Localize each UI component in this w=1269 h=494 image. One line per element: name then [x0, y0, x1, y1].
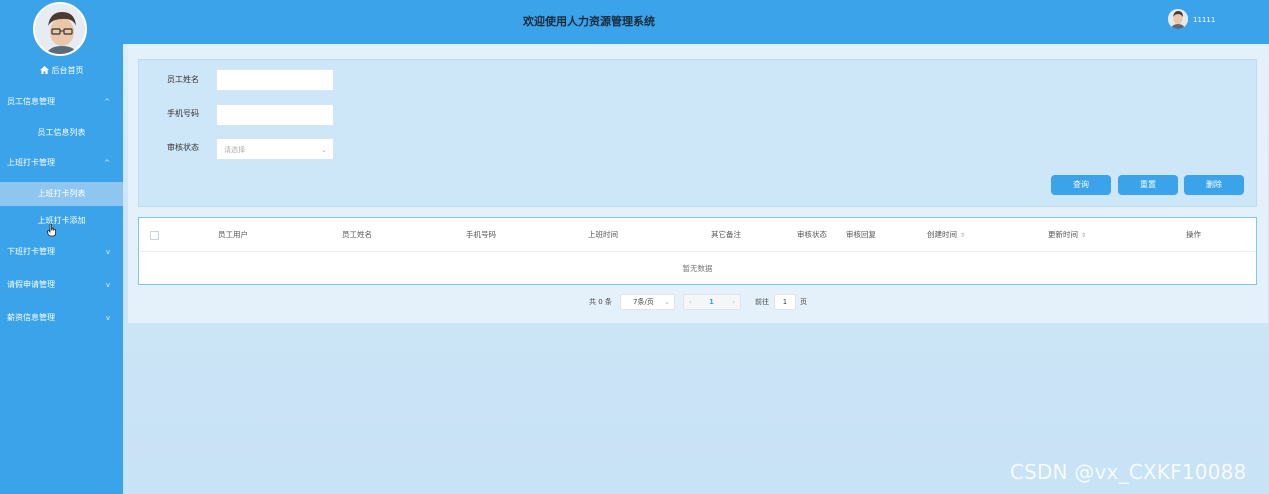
sidebar: 后台首页 员工信息管理 ^ 员工信息列表 上班打卡管理 ^ 上班打卡列表 上班打…: [0, 0, 123, 494]
status-select[interactable]: 请选择 ⌄: [216, 138, 334, 160]
phone-label: 手机号码: [167, 109, 199, 118]
employee-name-input[interactable]: [216, 69, 334, 91]
user-avatar[interactable]: [1168, 9, 1188, 29]
phone-input[interactable]: [216, 104, 334, 126]
page-title: 欢迎使用人力资源管理系统: [523, 15, 655, 28]
pager-total: 共 0 条: [589, 298, 612, 306]
goto-suffix: 页: [800, 298, 807, 306]
sidebar-group-checkout[interactable]: 下班打卡管理 v: [0, 243, 123, 261]
goto-prefix: 前往: [755, 298, 769, 306]
table-header: 员工姓名: [342, 230, 372, 239]
cursor-hand-icon: [47, 223, 56, 237]
name-label: 员工姓名: [167, 75, 199, 84]
chevron-down-icon: v: [105, 248, 110, 256]
table-header-sortable[interactable]: 创建时间 ⇕: [927, 218, 965, 252]
select-all-checkbox[interactable]: [150, 231, 159, 240]
table-header: 手机号码: [466, 230, 496, 239]
table-header: 上班时间: [588, 230, 618, 239]
home-icon: [39, 66, 49, 74]
sidebar-group-label: 薪资信息管理: [7, 313, 55, 322]
current-page[interactable]: 1: [709, 295, 714, 309]
goto-page-input[interactable]: 1: [774, 294, 796, 310]
sidebar-group-label: 请假申请管理: [7, 280, 55, 289]
table-header-label: 更新时间: [1048, 230, 1078, 239]
page-size-select[interactable]: 7条/页 ⌄: [620, 294, 675, 310]
status-label: 审核状态: [167, 143, 199, 152]
table-header: 审核回复: [846, 230, 876, 239]
sort-icon[interactable]: ⇕: [960, 232, 965, 239]
sidebar-group-checkin[interactable]: 上班打卡管理 ^: [0, 154, 123, 172]
search-button[interactable]: 查询: [1051, 175, 1111, 195]
sidebar-group-employee-info[interactable]: 员工信息管理 ^: [0, 93, 123, 111]
sidebar-item-label: 员工信息列表: [37, 128, 86, 137]
table-header-sortable[interactable]: 更新时间 ⇕: [1048, 218, 1086, 252]
chevron-up-icon: ^: [104, 159, 110, 167]
sidebar-item-label: 上班打卡添加: [37, 216, 86, 225]
avatar: [33, 2, 87, 56]
sidebar-item-label: 上班打卡列表: [37, 189, 86, 198]
sidebar-item-checkin-add[interactable]: 上班打卡添加: [0, 209, 123, 233]
sidebar-group-label: 下班打卡管理: [7, 247, 55, 256]
sidebar-group-label: 上班打卡管理: [7, 158, 55, 167]
table-header-label: 创建时间: [927, 230, 957, 239]
next-page-icon[interactable]: ›: [732, 295, 735, 309]
pager-nav: ‹ 1 ›: [683, 294, 741, 310]
top-header: 欢迎使用人力资源管理系统 11111: [123, 0, 1269, 44]
chevron-down-icon: ⌄: [664, 298, 670, 306]
sidebar-item-home[interactable]: 后台首页: [0, 64, 123, 78]
table-header: 员工用户: [218, 230, 248, 239]
empty-state-text: 暂无数据: [682, 264, 713, 273]
username[interactable]: 11111: [1193, 13, 1215, 27]
chevron-down-icon: ⌄: [321, 146, 327, 154]
sidebar-item-employee-list[interactable]: 员工信息列表: [0, 121, 123, 145]
chevron-down-icon: v: [105, 281, 110, 289]
table-header: 其它备注: [711, 230, 741, 239]
prev-page-icon[interactable]: ‹: [689, 295, 692, 309]
sort-icon[interactable]: ⇕: [1081, 232, 1086, 239]
reset-button[interactable]: 重置: [1118, 175, 1178, 195]
table-header: 操作: [1186, 230, 1201, 239]
sidebar-item-checkin-list[interactable]: 上班打卡列表: [0, 182, 123, 206]
chevron-down-icon: v: [105, 314, 110, 322]
sidebar-item-label: 后台首页: [51, 66, 84, 75]
data-table: 员工用户 员工姓名 手机号码 上班时间 其它备注 审核状态 审核回复 创建时间 ⇕…: [138, 217, 1257, 285]
table-header: 审核状态: [797, 230, 827, 239]
chevron-up-icon: ^: [104, 98, 110, 106]
page-size-value: 7条/页: [633, 298, 654, 306]
select-placeholder: 请选择: [224, 146, 245, 154]
delete-button[interactable]: 删除: [1184, 175, 1244, 195]
watermark: CSDN @vx_CXKF10088: [1010, 460, 1247, 484]
sidebar-group-label: 员工信息管理: [7, 97, 55, 106]
sidebar-group-salary[interactable]: 薪资信息管理 v: [0, 309, 123, 327]
filter-form: 员工姓名 手机号码 审核状态 请选择 ⌄ 查询 重置 删除: [138, 59, 1257, 207]
sidebar-group-leave[interactable]: 请假申请管理 v: [0, 276, 123, 294]
